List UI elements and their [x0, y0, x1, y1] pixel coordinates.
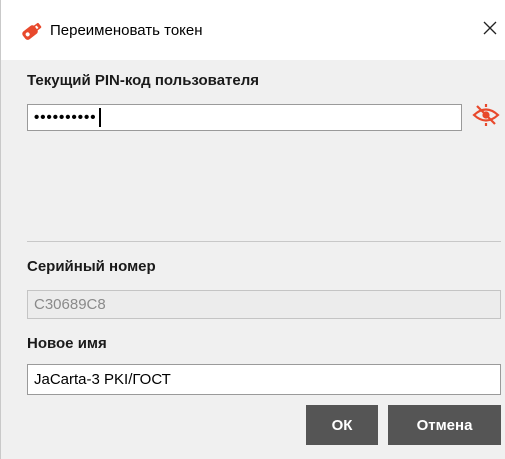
serial-label: Серийный номер — [27, 258, 156, 275]
text-caret — [98, 108, 101, 127]
show-pin-toggle[interactable] — [471, 103, 501, 132]
cancel-button[interactable]: Отмена — [388, 405, 501, 445]
serial-value: C30689C8 — [34, 296, 106, 313]
eye-crossed-icon — [472, 103, 500, 132]
ok-button[interactable]: ОК — [306, 405, 378, 445]
rename-token-dialog: Переименовать токен Текущий PIN-код поль… — [0, 0, 505, 459]
close-button[interactable] — [473, 12, 505, 48]
pin-masked-value: •••••••••• — [34, 109, 97, 126]
title-bar: Переименовать токен — [1, 0, 505, 60]
new-name-label: Новое имя — [27, 335, 107, 352]
new-name-input[interactable]: JaCarta-3 PKI/ГОСТ — [27, 364, 501, 395]
dialog-title: Переименовать токен — [50, 22, 203, 39]
section-divider — [27, 241, 501, 242]
token-icon — [20, 20, 44, 42]
pin-label: Текущий PIN-код пользователя — [27, 72, 260, 89]
serial-field: C30689C8 — [27, 290, 501, 319]
new-name-value: JaCarta-3 PKI/ГОСТ — [34, 371, 171, 388]
pin-input[interactable]: •••••••••• — [27, 104, 462, 131]
close-icon — [483, 21, 497, 40]
